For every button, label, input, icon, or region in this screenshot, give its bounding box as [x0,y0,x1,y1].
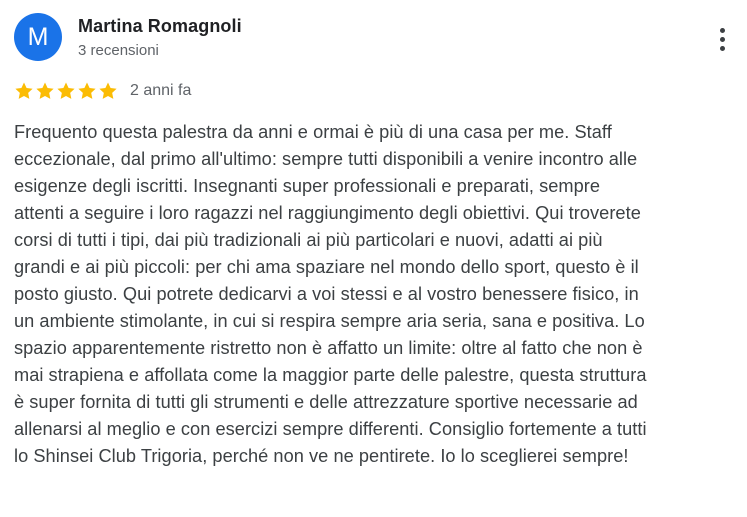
more-vert-icon [719,27,725,33]
review-text-line: esigenze degli iscritti. Insegnanti supe… [14,176,601,196]
review-text-line: posto giusto. Qui potrete dedicarvi a vo… [14,284,639,304]
review-text-line: un ambiente stimolante, in cui si respir… [14,311,645,331]
review-text-line: Frequento questa palestra da anni e orma… [14,122,612,142]
more-vert-icon-dot [719,36,725,42]
star-icon [78,82,96,99]
star-icon [15,82,33,99]
review-text-line: grandi e ai più piccoli: per chi ama spa… [14,257,639,277]
more-vert-icon-dot [719,45,725,51]
review-text-line: lo Shinsei Club Trigoria, perché non ve … [14,446,629,466]
review-text-line: mai strapiena e affollata come la maggio… [14,365,647,385]
review-text-line: allenarsi al meglio e con esercizi sempr… [14,419,647,439]
more-options-button[interactable] [710,22,734,56]
review-text-line: attenti a seguire i loro ragazzi nel rag… [14,203,641,223]
star-rating [14,81,118,101]
review-text-line: spazio apparentemente ristretto non è af… [14,338,643,358]
review-date: 2 anni fa [130,82,192,99]
star-icon [36,82,54,99]
review-card: M Martina Romagnoli 3 recensioni 2 anni … [0,0,747,517]
reviewer-info: Martina Romagnoli 3 recensioni [78,15,242,61]
review-text: Frequento questa palestra da anni e orma… [14,119,736,470]
avatar[interactable]: M [14,13,62,61]
rating-row: 2 anni fa [14,79,191,103]
review-text-line: eccezionale, dal primo all'ultimo: sempr… [14,149,638,169]
review-header: M Martina Romagnoli 3 recensioni [12,13,732,65]
review-text-line: corsi di tutti i tipi, dai più tradizion… [14,230,603,250]
review-text-line: è super fornita di tutti gli strumenti e… [14,392,638,412]
reviewer-review-count: 3 recensioni [78,42,159,59]
reviewer-name[interactable]: Martina Romagnoli [78,15,242,37]
star-icon [99,82,117,99]
star-icon [57,82,75,99]
